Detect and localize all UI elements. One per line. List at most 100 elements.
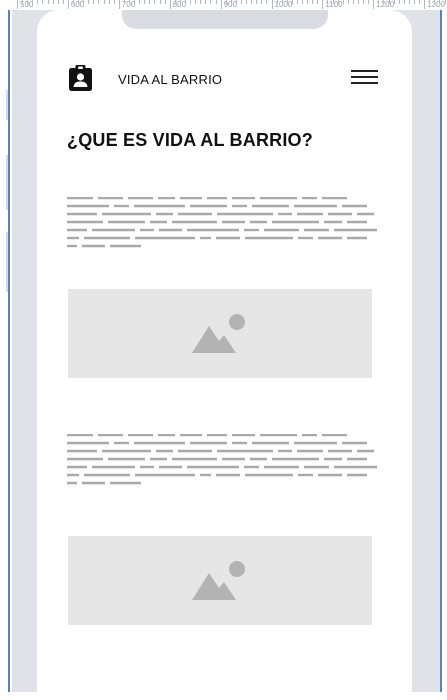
hamburger-menu-icon[interactable] bbox=[351, 70, 378, 85]
ruler-minor-tick bbox=[312, 0, 314, 4]
ruler-minor-tick bbox=[398, 0, 400, 4]
ruler-minor-tick bbox=[286, 0, 288, 4]
ruler-minor-tick bbox=[52, 0, 54, 4]
ruler-minor-tick bbox=[419, 0, 421, 4]
ruler-minor-tick bbox=[32, 0, 34, 4]
ruler-minor-tick bbox=[184, 0, 186, 4]
left-panel-edge bbox=[0, 10, 9, 692]
ruler-minor-tick bbox=[144, 0, 146, 4]
image-placeholder-2 bbox=[68, 536, 372, 625]
ruler-minor-tick bbox=[47, 0, 49, 4]
ruler-minor-tick bbox=[113, 0, 115, 4]
ruler-minor-tick bbox=[159, 0, 161, 4]
ruler-minor-tick bbox=[317, 0, 319, 4]
image-placeholder-1 bbox=[68, 289, 372, 378]
ruler-minor-tick bbox=[88, 0, 90, 4]
ruler-minor-tick bbox=[378, 0, 380, 4]
ruler-minor-tick bbox=[22, 0, 24, 4]
ruler-minor-tick bbox=[103, 0, 105, 4]
ruler-minor-tick bbox=[368, 0, 370, 4]
ruler-major-tick bbox=[220, 0, 222, 9]
ruler-minor-tick bbox=[154, 0, 156, 4]
clipboard-user-icon[interactable] bbox=[67, 64, 94, 91]
text-placeholder-1 bbox=[67, 197, 382, 253]
ruler-major-tick bbox=[118, 0, 120, 9]
ruler-minor-tick bbox=[332, 0, 334, 4]
ruler-minor-tick bbox=[439, 0, 441, 4]
ruler-minor-tick bbox=[337, 0, 339, 4]
ruler-minor-tick bbox=[347, 0, 349, 4]
ruler-minor-tick bbox=[42, 0, 44, 4]
ruler-minor-tick bbox=[403, 0, 405, 4]
text-lines bbox=[67, 434, 377, 485]
ruler-major-tick bbox=[271, 0, 273, 9]
ruler-minor-tick bbox=[200, 0, 202, 4]
ruler-minor-tick bbox=[363, 0, 365, 4]
ruler-minor-tick bbox=[123, 0, 125, 4]
ruler-minor-tick bbox=[246, 0, 248, 4]
ruler-minor-tick bbox=[444, 0, 446, 4]
ruler-major-tick bbox=[322, 0, 324, 9]
ruler-minor-tick bbox=[149, 0, 151, 4]
ruler-minor-tick bbox=[281, 0, 283, 4]
ruler-minor-tick bbox=[27, 0, 29, 4]
ruler-minor-tick bbox=[414, 0, 416, 4]
ruler-minor-tick bbox=[83, 0, 85, 4]
ruler-minor-tick bbox=[352, 0, 354, 4]
ruler-minor-tick bbox=[215, 0, 217, 4]
ruler-minor-tick bbox=[327, 0, 329, 4]
ruler-minor-tick bbox=[291, 0, 293, 4]
ruler-minor-tick bbox=[302, 0, 304, 4]
ruler-minor-tick bbox=[205, 0, 207, 4]
ruler-minor-tick bbox=[383, 0, 385, 4]
ruler-minor-tick bbox=[276, 0, 278, 4]
ruler-minor-tick bbox=[134, 0, 136, 4]
page-title: ¿QUE ES VIDA AL BARRIO? bbox=[67, 130, 313, 150]
ruler-minor-tick bbox=[230, 0, 232, 4]
ruler-minor-tick bbox=[78, 0, 80, 4]
ruler-minor-tick bbox=[128, 0, 130, 4]
ruler-minor-tick bbox=[37, 0, 39, 4]
ruler-minor-tick bbox=[261, 0, 263, 4]
brand-name[interactable]: VIDA AL BARRIO bbox=[118, 72, 222, 87]
ruler-major-tick bbox=[169, 0, 171, 9]
ruler-minor-tick bbox=[139, 0, 141, 4]
image-placeholder-icon bbox=[192, 314, 245, 353]
ruler-minor-tick bbox=[164, 0, 166, 4]
ruler-minor-tick bbox=[98, 0, 100, 4]
text-lines bbox=[67, 197, 377, 248]
ruler-major-tick bbox=[67, 0, 69, 9]
guide-line-right bbox=[440, 10, 442, 692]
ruler-minor-tick bbox=[93, 0, 95, 4]
image-placeholder-icon bbox=[192, 561, 245, 600]
text-placeholder-2 bbox=[67, 434, 382, 490]
ruler-minor-tick bbox=[57, 0, 59, 4]
ruler-minor-tick bbox=[266, 0, 268, 4]
ruler-minor-tick bbox=[251, 0, 253, 4]
ruler-minor-tick bbox=[296, 0, 298, 4]
ruler-minor-tick bbox=[393, 0, 395, 4]
phone-screen: VIDA AL BARRIO ¿QUE ES VIDA AL BARRIO? bbox=[37, 10, 412, 700]
ruler-minor-tick bbox=[62, 0, 64, 4]
ruler-minor-tick bbox=[342, 0, 344, 4]
ruler-minor-tick bbox=[174, 0, 176, 4]
phone-notch bbox=[122, 10, 328, 29]
ruler-minor-tick bbox=[190, 0, 192, 4]
ruler-minor-tick bbox=[108, 0, 110, 4]
ruler-major-tick bbox=[17, 0, 18, 9]
ruler-minor-tick bbox=[408, 0, 410, 4]
ruler-minor-tick bbox=[210, 0, 212, 4]
ruler-major-tick bbox=[373, 0, 375, 9]
ruler-minor-tick bbox=[307, 0, 309, 4]
ruler-minor-tick bbox=[256, 0, 258, 4]
ruler-minor-tick bbox=[429, 0, 431, 4]
ruler-minor-tick bbox=[388, 0, 390, 4]
ruler-minor-tick bbox=[434, 0, 436, 4]
ruler-minor-tick bbox=[195, 0, 197, 4]
ruler-minor-tick bbox=[225, 0, 227, 4]
ruler-minor-tick bbox=[235, 0, 237, 4]
ruler-minor-tick bbox=[240, 0, 242, 4]
guide-line-left bbox=[8, 10, 10, 692]
ruler-major-tick bbox=[424, 0, 426, 9]
ruler-minor-tick bbox=[358, 0, 360, 4]
